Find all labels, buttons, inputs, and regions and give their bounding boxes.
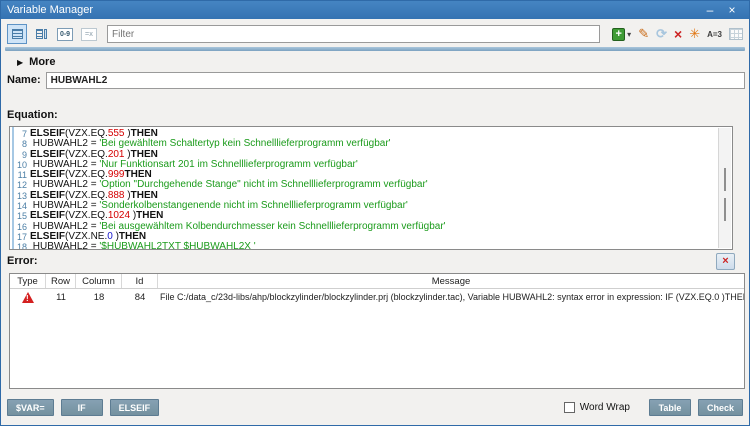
line-number: 16 (16, 221, 27, 232)
equation-editor[interactable]: 7 ELSEIF(VZX.EQ.555 )THEN 8 HUBWAHL2 = 'Be… (9, 126, 733, 250)
code-line[interactable]: 18 HUBWAHL2 = '$HUBWAHL2TXT $HUBWAHL2X ' (10, 241, 718, 250)
error-row-cell: 11 (56, 291, 66, 303)
expander-arrow-icon: ▶ (17, 57, 24, 67)
add-variable-button[interactable]: + ▾ (612, 25, 631, 43)
insert-if-button[interactable]: IF (60, 399, 103, 416)
insert-var-button[interactable]: $VAR= (7, 399, 54, 416)
titlebar: Variable Manager – × (1, 1, 749, 19)
show-values-button[interactable]: 0-9 (55, 24, 75, 44)
error-table-header: Type Row Column Id Message (10, 274, 744, 289)
equation-label: Equation: (7, 109, 58, 121)
check-button[interactable]: Check (697, 399, 743, 416)
line-number: 18 (16, 242, 27, 250)
show-expressions-button[interactable]: =x (79, 24, 99, 44)
error-column-cell: 18 (93, 291, 105, 303)
error-header-row: Error: × (1, 252, 749, 270)
minimize-button[interactable]: – (699, 2, 721, 18)
error-column-header[interactable]: Column (76, 274, 122, 288)
equation-scrollbar[interactable] (718, 128, 731, 248)
line-number: 7 (21, 129, 27, 139)
name-row: Name: (1, 71, 749, 89)
close-button[interactable]: × (721, 2, 743, 18)
scrollbar-thumb[interactable] (724, 198, 726, 221)
detail-view-button[interactable] (31, 24, 51, 44)
scrollbar-thumb[interactable] (724, 168, 726, 191)
code-text: HUBWAHL2 = '$HUBWAHL2TXT $HUBWAHL2X ' (30, 241, 256, 250)
footer: $VAR= IF ELSEIF Word Wrap Table Check (1, 399, 749, 416)
name-input[interactable] (45, 71, 745, 89)
gear-icon: ✳ (689, 26, 701, 41)
table-view-button[interactable] (729, 25, 743, 43)
error-table[interactable]: TypeRowColumnIdMessage 11 18 84 File C:/dat… (9, 273, 745, 389)
line-number: 15 (16, 211, 27, 222)
toolbar-separator (5, 47, 745, 51)
error-label: Error: (7, 255, 38, 267)
error-id-cell: 84 (134, 291, 146, 303)
line-number: 17 (16, 231, 27, 242)
error-column-header[interactable]: Id (122, 274, 158, 288)
add-icon: + (612, 27, 626, 41)
edit-variable-button[interactable]: ✎ (638, 25, 649, 43)
table-button[interactable]: Table (648, 399, 691, 416)
word-wrap-checkbox[interactable] (563, 402, 575, 413)
line-number: 8 (21, 139, 27, 150)
error-type-cell (10, 289, 46, 305)
error-message-cell: File C:/data_c/23d-libs/ahp/blockzylinde… (160, 292, 744, 302)
sort-numeric-icon: 0-9 (57, 27, 73, 41)
evaluate-icon: A=3 (707, 29, 722, 39)
more-expander[interactable]: ▶ More (1, 55, 749, 69)
code-lines: 7 ELSEIF(VZX.EQ.555 )THEN 8 HUBWAHL2 = 'Be… (10, 129, 718, 250)
error-table-row[interactable]: 11 18 84 File C:/data_c/23d-libs/ahp/blockz… (10, 289, 744, 305)
toolbar: 0-9 =x + ▾ ✎ ⟳ × ✳ A=3 (1, 23, 749, 45)
toolbar-right-icons: + ▾ ✎ ⟳ × ✳ A=3 (612, 25, 743, 43)
window-title: Variable Manager (7, 4, 94, 16)
chevron-down-icon[interactable]: ▾ (627, 30, 631, 39)
grid-icon (729, 28, 743, 40)
list-view-button[interactable] (7, 24, 27, 44)
list-view-icon (11, 29, 23, 39)
line-number: 9 (21, 149, 27, 160)
error-column-header[interactable]: Row (46, 274, 76, 288)
line-number: 13 (16, 190, 27, 201)
clear-errors-button[interactable]: × (716, 252, 735, 270)
insert-elseif-button[interactable]: ELSEIF (109, 399, 160, 416)
expression-icon: =x (81, 27, 97, 41)
filter-input[interactable] (107, 25, 601, 43)
delete-variable-button[interactable]: × (674, 25, 682, 43)
refresh-button[interactable]: ⟳ (656, 25, 667, 43)
line-number: 10 (16, 159, 27, 170)
line-number: 14 (16, 201, 27, 212)
error-column-header[interactable]: Message (158, 274, 744, 288)
clear-errors-icon: × (722, 255, 729, 267)
warning-icon (22, 291, 34, 303)
error-table-body: 11 18 84 File C:/data_c/23d-libs/ahp/blockz… (10, 289, 744, 305)
delete-icon: × (674, 26, 683, 42)
line-number: 11 (17, 170, 27, 181)
word-wrap-control[interactable]: Word Wrap (563, 402, 630, 413)
edit-icon: ✎ (638, 26, 650, 41)
error-column-header[interactable]: Type (10, 274, 46, 288)
settings-button[interactable]: ✳ (689, 25, 700, 43)
variable-manager-window: Variable Manager – × 0-9 =x + ▾ ✎ ⟳ (0, 0, 750, 426)
more-label: More (29, 56, 56, 68)
refresh-icon: ⟳ (656, 26, 667, 41)
line-number: 12 (16, 180, 27, 191)
word-wrap-label: Word Wrap (579, 402, 630, 413)
evaluate-button[interactable]: A=3 (707, 25, 722, 43)
name-label: Name: (7, 74, 41, 86)
detail-view-icon (35, 29, 47, 39)
